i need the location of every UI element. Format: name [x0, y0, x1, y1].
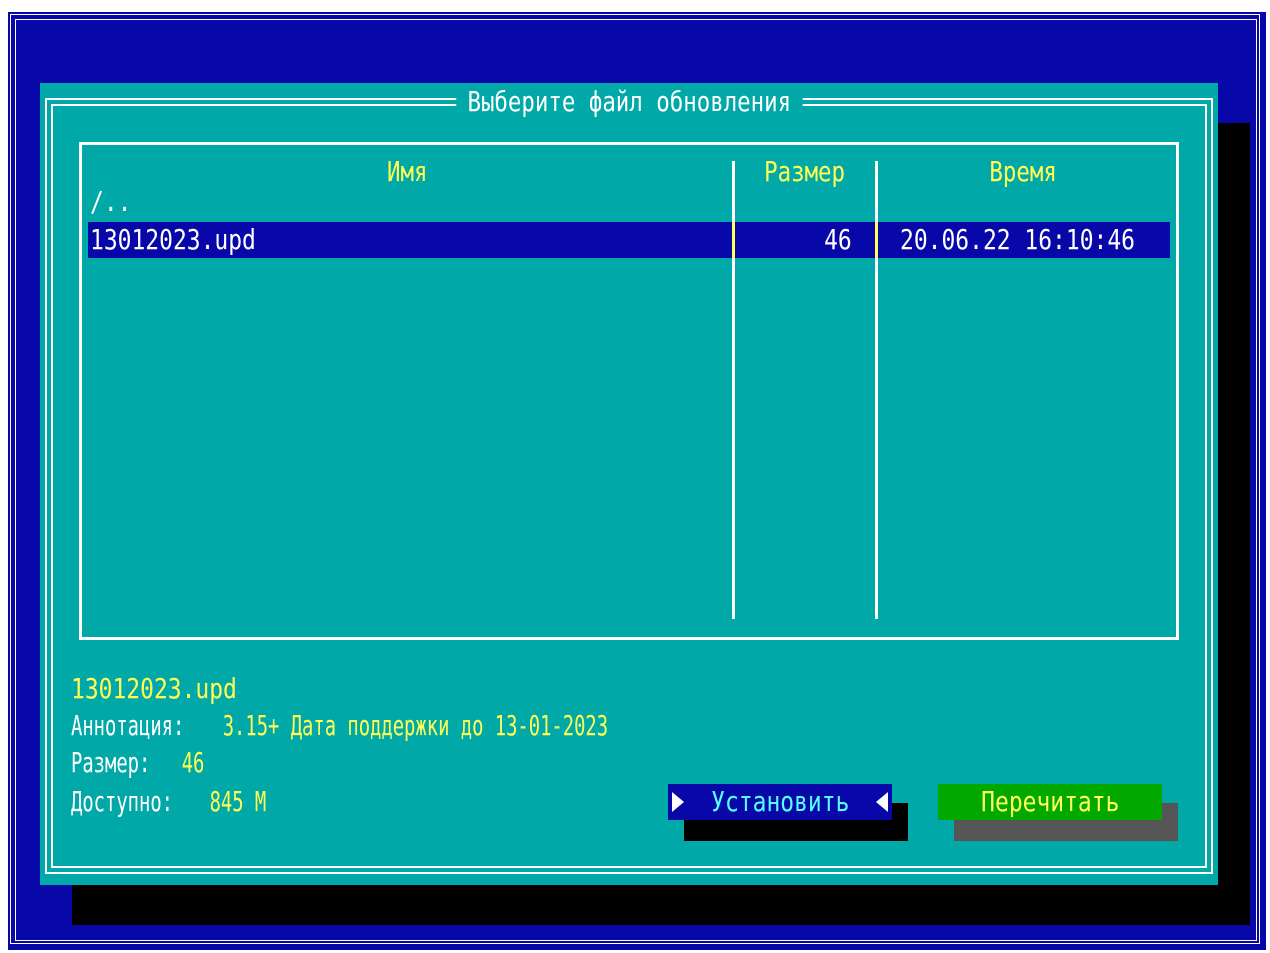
file-size: 46	[824, 223, 852, 256]
selected-row-separator	[732, 222, 735, 258]
arrow-left-icon	[876, 792, 888, 812]
size-label: Размер:	[71, 746, 151, 779]
reread-button-label: Перечитать	[980, 785, 1120, 818]
file-name-cell: /..	[90, 184, 141, 220]
file-name: 13012023.upd	[90, 223, 256, 256]
file-time-cell: 20.06.22 16:10:46	[900, 222, 1187, 258]
file-time: 20.06.22 16:10:46	[900, 223, 1135, 256]
file-name: /..	[90, 185, 132, 218]
info-annotation: Аннотация: 3.15+ Дата поддержки до 13-01…	[71, 707, 830, 744]
available-label: Доступно:	[71, 785, 174, 818]
selected-row-separator	[875, 222, 878, 258]
dialog-title-bar: Выберите файл обновления	[40, 85, 1218, 118]
update-file-dialog: Выберите файл обновления Имя Размер Врем…	[40, 83, 1218, 885]
desktop-background: Выберите файл обновления Имя Размер Врем…	[8, 12, 1266, 950]
arrow-right-icon	[672, 792, 684, 812]
file-list-row-parent-dir[interactable]: /..	[88, 184, 1170, 220]
file-list-row-selected[interactable]: 13012023.upd 46 20.06.22 16:10:46	[88, 222, 1170, 258]
annotation-value: 3.15+ Дата поддержки до 13-01-2023	[223, 709, 609, 742]
reread-button[interactable]: Перечитать	[938, 784, 1162, 820]
info-filename-value: 13012023.upd	[71, 672, 237, 705]
available-value: 845 М	[209, 785, 266, 818]
install-button[interactable]: Установить	[668, 784, 892, 820]
size-value: 46	[181, 746, 205, 779]
annotation-label: Аннотация:	[71, 709, 185, 742]
file-list[interactable]: Имя Размер Время /.. 13012023.upd 46 20.…	[79, 142, 1179, 640]
file-name-cell: 13012023.upd	[90, 222, 292, 258]
install-button-label: Установить	[710, 785, 850, 818]
file-size-cell: 46	[738, 222, 852, 258]
info-available: Доступно: 845 М	[71, 783, 324, 820]
info-filename: 13012023.upd	[71, 670, 273, 707]
dialog-title: Выберите файл обновления	[455, 85, 803, 118]
info-size: Размер: 46	[71, 744, 240, 781]
